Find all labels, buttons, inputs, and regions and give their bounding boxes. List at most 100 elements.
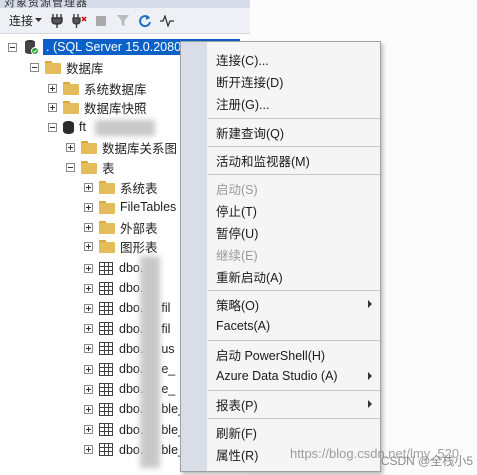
- menu-item-azure-data-studio[interactable]: Azure Data Studio (A): [208, 365, 380, 387]
- folder-icon: [99, 220, 115, 234]
- node-label: 数据库关系图: [102, 141, 178, 156]
- expand-icon[interactable]: [66, 142, 75, 152]
- table-name-suffix: fil: [161, 321, 171, 336]
- menu-item-label: 报表(P): [216, 398, 258, 413]
- disconnect-icon[interactable]: [69, 11, 89, 31]
- node-label: 系统表: [120, 181, 158, 196]
- menu-item-label: 活动和监视器(M): [216, 154, 310, 169]
- collapse-icon[interactable]: [30, 62, 39, 72]
- menu-item-label: 属性(R): [216, 448, 259, 463]
- menu-item-stop[interactable]: 停止(T): [208, 199, 380, 221]
- collapse-icon[interactable]: [48, 122, 57, 132]
- expand-icon[interactable]: [84, 283, 93, 293]
- menu-item-label: 策略(O): [216, 298, 260, 313]
- menu-item-label: 新建查询(Q): [216, 126, 285, 141]
- expand-icon[interactable]: [84, 324, 93, 334]
- refresh-icon[interactable]: [135, 11, 155, 31]
- menu-separator: [208, 290, 380, 291]
- expand-icon[interactable]: [84, 384, 93, 394]
- tree-node-tables[interactable]: 表: [66, 157, 115, 177]
- menu-item-activity-monitor[interactable]: 活动和监视器(M): [208, 149, 380, 171]
- menu-item-register[interactable]: 注册(G)...: [208, 92, 380, 114]
- expand-icon[interactable]: [84, 303, 93, 313]
- expand-icon[interactable]: [84, 425, 93, 435]
- expand-icon[interactable]: [84, 241, 93, 251]
- tree-node-filetables[interactable]: FileTables: [84, 197, 176, 217]
- collapse-icon[interactable]: [66, 162, 75, 172]
- expand-icon[interactable]: [84, 182, 93, 192]
- database-icon: [63, 120, 74, 134]
- folder-icon: [45, 60, 61, 74]
- table-row[interactable]: dbo. e_: [84, 359, 175, 379]
- table-name-suffix: e_: [161, 382, 176, 397]
- tree-node-snapshots[interactable]: 数据库快照: [48, 97, 147, 117]
- table-icon: [99, 301, 113, 315]
- node-label: FileTables: [120, 200, 177, 214]
- menu-item-connect[interactable]: 连接(C)...: [208, 48, 380, 70]
- submenu-arrow-icon: [368, 300, 372, 308]
- expand-icon[interactable]: [48, 83, 57, 93]
- table-icon: [99, 382, 113, 396]
- expand-icon[interactable]: [84, 344, 93, 354]
- menu-icon-gutter: [181, 42, 207, 471]
- tree-node-system-databases[interactable]: 系统数据库: [48, 78, 147, 98]
- stop-icon[interactable]: [91, 11, 111, 31]
- menu-item-policies[interactable]: 策略(O): [208, 293, 380, 315]
- node-label: 图形表: [120, 240, 158, 255]
- connect-icon[interactable]: [47, 11, 67, 31]
- menu-item-reports[interactable]: 报表(P): [208, 393, 380, 415]
- expand-icon[interactable]: [84, 222, 93, 232]
- tree-node-system-tables[interactable]: 系统表: [84, 177, 158, 197]
- node-label: 外部表: [120, 221, 158, 236]
- table-row[interactable]: dbo. us: [84, 339, 175, 359]
- redacted-blur: [95, 120, 155, 136]
- connect-dropdown[interactable]: 连接: [6, 10, 45, 31]
- menu-separator: [208, 146, 380, 147]
- menu-item-powershell[interactable]: 启动 PowerShell(H): [208, 343, 380, 365]
- folder-icon: [99, 180, 115, 194]
- menu-item-disconnect[interactable]: 断开连接(D): [208, 70, 380, 92]
- filter-icon[interactable]: [113, 11, 133, 31]
- activity-icon[interactable]: [157, 11, 177, 31]
- submenu-arrow-icon: [368, 400, 372, 408]
- table-row[interactable]: dbo. e_: [84, 379, 175, 399]
- expand-icon[interactable]: [84, 202, 93, 212]
- menu-item-label: 继续(E): [216, 248, 258, 263]
- menu-item-label: Facets(A): [216, 319, 271, 333]
- explorer-toolbar: 连接: [0, 8, 250, 34]
- folder-icon: [63, 100, 79, 114]
- tree-node-graph-tables[interactable]: 图形表: [84, 236, 158, 256]
- menu-item-label: 重新启动(A): [216, 270, 283, 285]
- watermark: CSDN @全栈小5: [380, 454, 473, 468]
- menu-item-pause[interactable]: 暂停(U): [208, 221, 380, 243]
- menu-item-label: 注册(G)...: [216, 97, 270, 112]
- expand-icon[interactable]: [84, 263, 93, 273]
- context-menu: 连接(C)... 断开连接(D) 注册(G)... 新建查询(Q) 活动和监视器…: [180, 41, 381, 472]
- expand-icon[interactable]: [84, 364, 93, 374]
- menu-item-label: 停止(T): [216, 204, 257, 219]
- folder-icon: [81, 160, 97, 174]
- expand-icon[interactable]: [84, 445, 93, 455]
- tree-node-diagrams[interactable]: 数据库关系图: [66, 137, 177, 157]
- node-label: 数据库: [66, 61, 104, 76]
- tree-node-databases[interactable]: 数据库: [30, 57, 104, 77]
- tree-node-database[interactable]: ft: [48, 117, 86, 137]
- tree-node-external-tables[interactable]: 外部表: [84, 217, 158, 237]
- table-icon: [99, 342, 113, 356]
- expand-icon[interactable]: [84, 404, 93, 414]
- menu-item-new-query[interactable]: 新建查询(Q): [208, 121, 380, 143]
- table-row[interactable]: dbo. ble_: [84, 420, 185, 440]
- menu-item-label: 断开连接(D): [216, 75, 284, 90]
- menu-item-label: 连接(C)...: [216, 53, 269, 68]
- table-row[interactable]: dbo. ble_: [84, 399, 185, 419]
- connect-label: 连接: [9, 14, 34, 28]
- table-icon: [99, 443, 113, 457]
- menu-item-refresh[interactable]: 刷新(F): [208, 421, 380, 443]
- expand-icon[interactable]: [48, 102, 57, 112]
- menu-item-label: 启动(S): [216, 182, 258, 197]
- menu-item-facets[interactable]: Facets(A): [208, 315, 380, 337]
- table-icon: [99, 261, 113, 275]
- collapse-icon[interactable]: [8, 42, 17, 52]
- menu-item-restart[interactable]: 重新启动(A): [208, 265, 380, 287]
- submenu-arrow-icon: [368, 372, 372, 380]
